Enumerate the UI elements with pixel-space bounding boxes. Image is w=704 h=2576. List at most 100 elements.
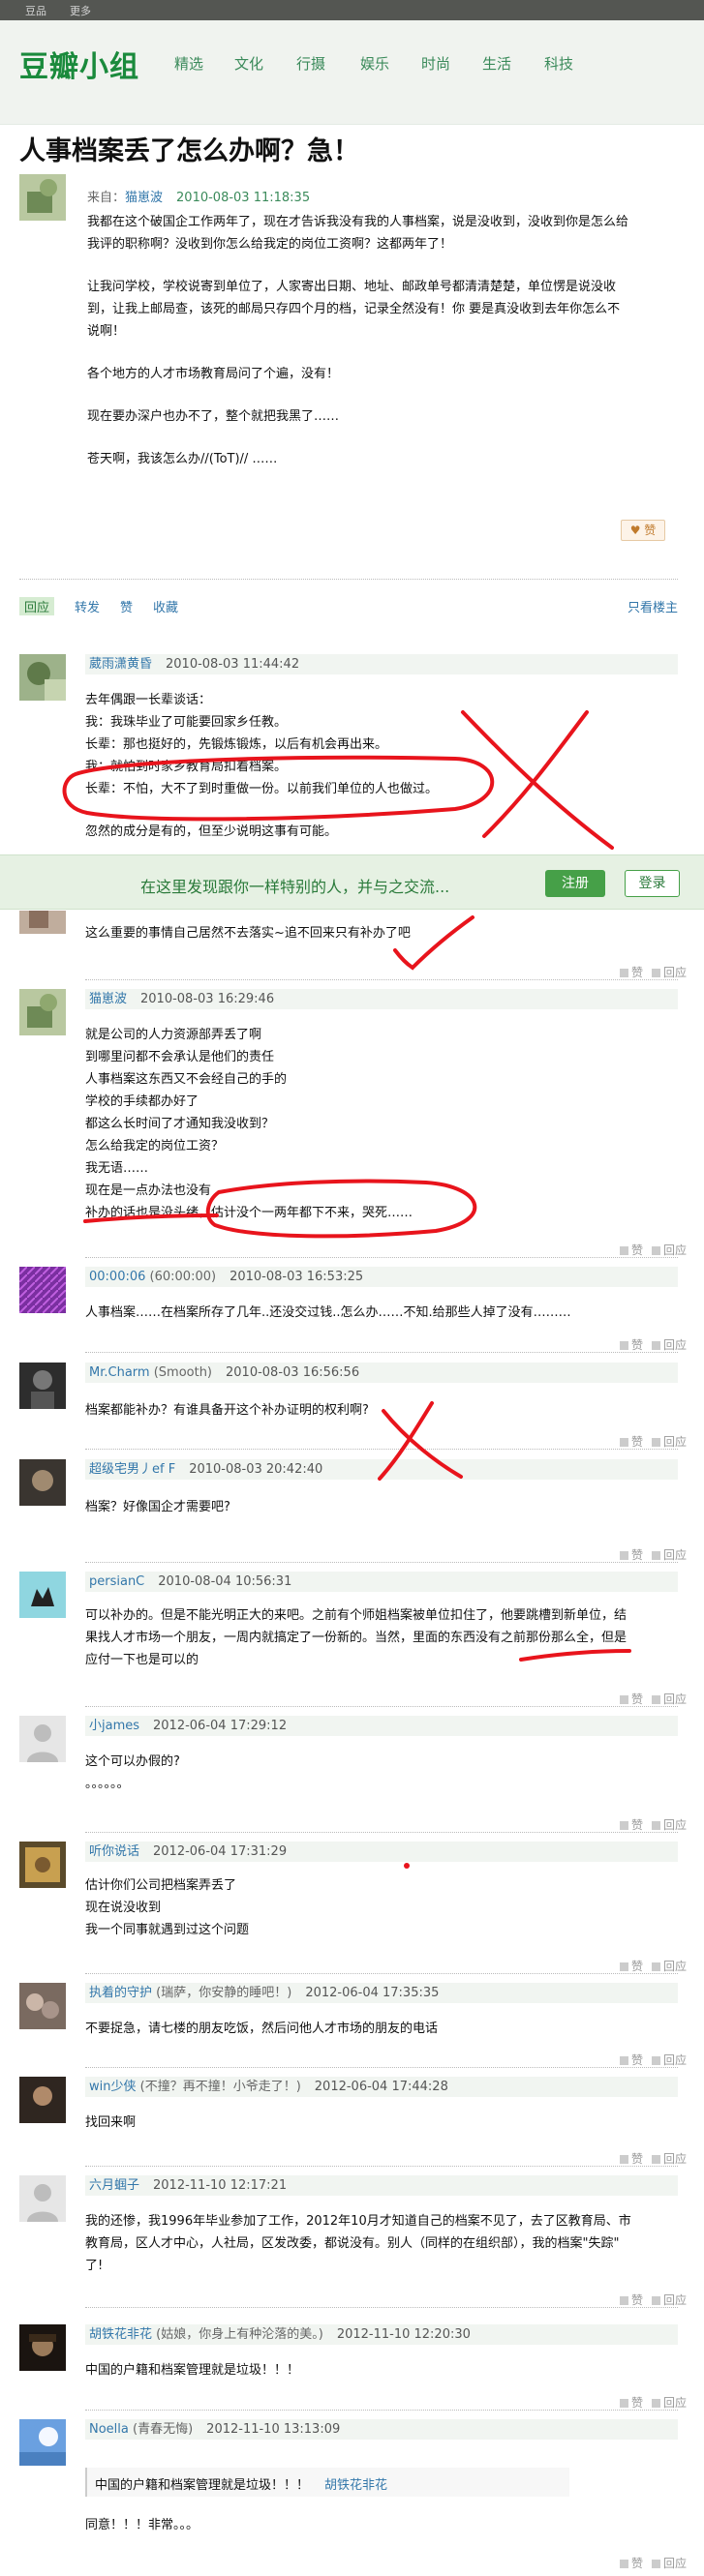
comment-author[interactable]: 六月蝈子 [89,2178,139,2193]
avatar[interactable] [19,2419,66,2466]
comment-body: 估计你们公司把档案弄丢了 现在说没收到 我一个同事就遇到过这个问题 [85,1874,678,1941]
body-line: 了! [85,2259,104,2273]
comment-author[interactable]: 小james [89,1719,139,1733]
reply-link[interactable]: 回应 [652,1692,687,1706]
body-line: 长辈：不怕，大不了到时重做一份。以前我们单位的人也做过。 [85,782,439,796]
divider [85,1832,678,1833]
like-icon[interactable]: 赞 [620,1692,643,1706]
like-icon[interactable]: 赞 [620,2396,643,2410]
comment-author[interactable]: 胡铁花非花 [89,2327,152,2342]
nav-item-tech[interactable]: 科技 [544,53,573,74]
like-icon[interactable]: 赞 [620,966,643,979]
reply-link[interactable]: 回应 [652,2053,687,2067]
like-icon[interactable]: 赞 [620,2557,643,2570]
avatar[interactable] [19,1572,66,1618]
comment-ops: 赞回应 [620,1958,687,1974]
reply-link[interactable]: 回应 [652,1548,687,1562]
reply-link[interactable]: 回应 [652,1818,687,1832]
reply-button[interactable]: 回应 [19,597,55,615]
reply-link[interactable]: 回应 [652,2152,687,2166]
comment-author[interactable]: 00:00:06 [89,1270,145,1284]
author-link[interactable]: 猫崽波 [125,191,163,205]
reply-link[interactable]: 回应 [652,1243,687,1257]
comment-meta: 00:00:06 (60:00:00) 2010-08-03 16:53:25 [85,1267,678,1287]
login-button[interactable]: 登录 [625,870,680,897]
like-icon[interactable]: 赞 [620,1243,643,1257]
body-line: 档案都能补办？有谁具备开这个补办证明的权利啊? [85,1403,369,1418]
comment-author[interactable]: win少侠 [89,2080,136,2094]
avatar[interactable] [19,654,66,701]
like-icon[interactable]: 赞 [620,1960,643,1973]
quoted-author-link[interactable]: 胡铁花非花 [324,2474,387,2493]
comment-author[interactable]: 执着的守护 [89,1986,152,2000]
body-line: 补办的话也是没头绪，估计没个一两年都下不来，哭死…… [85,1206,413,1220]
comment-time: 2010-08-03 16:56:56 [226,1365,360,1380]
register-button[interactable]: 注册 [545,870,605,897]
like-icon[interactable]: 赞 [620,2152,643,2166]
only-op-link[interactable]: 只看楼主 [627,597,678,615]
body-line: 我的还惨，我1996年毕业参加了工作，2012年10月才知道自己的档案不见了，去… [85,2214,631,2229]
comment-author[interactable]: 超级宅男丿ef F [89,1462,175,1477]
nav-item-fashion[interactable]: 时尚 [421,53,450,74]
comment-body: 这个可以办假的? 。。。。。。 [85,1751,678,1795]
avatar[interactable] [19,1267,66,1313]
avatar[interactable] [19,2324,66,2371]
nav-item-entertainment[interactable]: 娱乐 [360,53,389,74]
avatar[interactable] [19,1363,66,1409]
body-line: 我：我珠毕业了可能要回家乡任教。 [85,715,288,730]
comment-author[interactable]: 猫崽波 [89,992,127,1006]
red-dot-mark [404,1863,410,1869]
avatar[interactable] [19,989,66,1035]
reply-link[interactable]: 回应 [652,1960,687,1973]
nav-item-culture[interactable]: 文化 [234,53,263,74]
like-icon[interactable]: 赞 [620,1338,643,1352]
comment-time: 2010-08-03 16:53:25 [230,1270,364,1284]
comment-author[interactable]: Mr.Charm [89,1365,150,1380]
avatar[interactable] [19,911,66,934]
like-icon[interactable]: 赞 [620,2293,643,2307]
reply-link[interactable]: 回应 [652,2293,687,2307]
comment-meta: 听你说话 2012-06-04 17:31:29 [85,1842,678,1862]
divider [19,579,678,580]
reply-link[interactable]: 回应 [652,2557,687,2570]
avatar[interactable] [19,1716,66,1762]
comment-meta: 葳雨潇黄昏 2010-08-03 11:44:42 [85,654,678,674]
comment-author[interactable]: 听你说话 [89,1844,139,1859]
body-line: 估计你们公司把档案弄丢了 [85,1878,237,1893]
like-icon[interactable]: 赞 [620,2053,643,2067]
like-icon[interactable]: 赞 [620,1435,643,1449]
body-line: 长辈：那也挺好的，先锻炼锻炼，以后有机会再出来。 [85,737,388,752]
comment-author[interactable]: persianC [89,1574,144,1589]
reply-link[interactable]: 回应 [652,1435,687,1449]
collect-button[interactable]: 收藏 [153,597,178,615]
like-icon[interactable]: 赞 [620,1548,643,1562]
comment-body: 可以补办的。但是不能光明正大的来吧。之前有个师姐档案被单位扣住了，他要跳槽到新单… [85,1604,688,1671]
nav-item-featured[interactable]: 精选 [174,53,203,74]
reply-link[interactable]: 回应 [652,1338,687,1352]
reply-link[interactable]: 回应 [652,2396,687,2410]
author-avatar[interactable] [19,174,66,221]
comment-time: 2012-06-04 17:29:12 [153,1719,288,1733]
douban-group-logo[interactable]: 豆瓣小组 [19,43,139,85]
comment-author[interactable]: 葳雨潇黄昏 [89,657,152,672]
nav-item-travel-photo[interactable]: 行摄 [296,53,325,74]
like-button[interactable]: ♥ 赞 [621,520,665,541]
nav-item-life[interactable]: 生活 [482,53,511,74]
like-icon[interactable]: 赞 [620,1818,643,1832]
comment-time: 2012-06-04 17:35:35 [305,1986,440,2000]
avatar[interactable] [19,1459,66,1506]
body-line: 我：就怕到时家乡教育局扣着档案。 [85,760,288,774]
avatar[interactable] [19,1842,66,1888]
comment-author[interactable]: Noella [89,2422,129,2437]
share-button[interactable]: 转发 [75,597,100,615]
top-link-douban-goods[interactable]: 豆品 [25,3,46,18]
top-link-more[interactable]: 更多 [70,3,91,18]
reply-link[interactable]: 回应 [652,966,687,979]
comment-signature: (姑娘，你身上有种沦落的美。) [156,2327,323,2342]
like-action[interactable]: 赞 [120,597,133,615]
divider [85,2307,678,2308]
avatar[interactable] [19,1983,66,2029]
avatar[interactable] [19,2175,66,2222]
topic-meta: 来自：猫崽波 2010-08-03 11:18:35 [87,187,310,205]
avatar[interactable] [19,2077,66,2123]
